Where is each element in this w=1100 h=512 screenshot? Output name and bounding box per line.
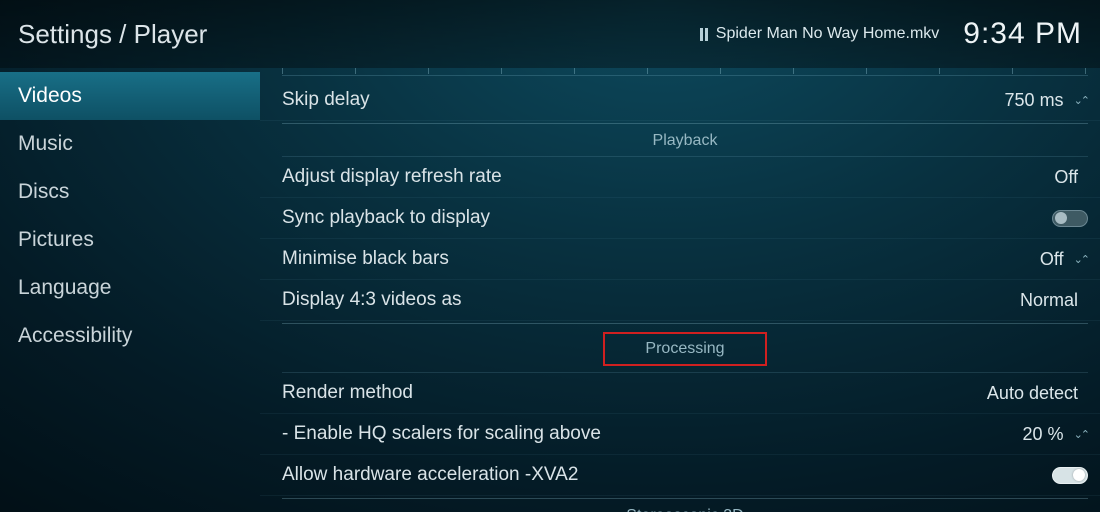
toggle-on-icon[interactable] — [1052, 467, 1088, 484]
breadcrumb: Settings / Player — [18, 19, 700, 50]
setting-label: Skip delay — [282, 89, 1005, 111]
sidebar-item-discs[interactable]: Discs — [0, 168, 260, 216]
now-playing-title: Spider Man No Way Home.mkv — [716, 25, 939, 43]
setting-hw-accel[interactable]: Allow hardware acceleration -XVA2 — [260, 455, 1100, 496]
setting-skip-delay[interactable]: Skip delay 750 ms ⌄⌃ — [260, 80, 1100, 121]
setting-label: - Enable HQ scalers for scaling above — [282, 423, 1023, 445]
setting-sync-playback[interactable]: Sync playback to display — [260, 198, 1100, 239]
clock: 9:34 PM — [963, 17, 1082, 51]
section-playback: Playback — [282, 124, 1088, 157]
setting-hq-scalers[interactable]: - Enable HQ scalers for scaling above 20… — [260, 414, 1100, 455]
sidebar-item-language[interactable]: Language — [0, 264, 260, 312]
setting-adjust-refresh[interactable]: Adjust display refresh rate Off — [260, 157, 1100, 198]
sidebar-item-accessibility[interactable]: Accessibility — [0, 312, 260, 360]
pause-icon — [700, 28, 708, 41]
sidebar: Videos Music Discs Pictures Language Acc… — [0, 68, 260, 512]
setting-value: Off — [1054, 167, 1078, 188]
setting-render-method[interactable]: Render method Auto detect — [260, 373, 1100, 414]
setting-label: Display 4:3 videos as — [282, 289, 1020, 311]
toggle-off-icon[interactable] — [1052, 210, 1088, 227]
sidebar-item-videos[interactable]: Videos — [0, 72, 260, 120]
settings-panel: Skip delay 750 ms ⌄⌃ Playback Adjust dis… — [260, 68, 1100, 512]
ruler-marks — [282, 68, 1088, 76]
setting-label: Allow hardware acceleration -XVA2 — [282, 464, 1052, 486]
section-processing: Processing — [282, 324, 1088, 373]
setting-value: 750 ms — [1005, 90, 1064, 111]
setting-label: Minimise black bars — [282, 248, 1040, 270]
setting-label: Adjust display refresh rate — [282, 166, 1054, 188]
setting-minimise-bars[interactable]: Minimise black bars Off ⌄⌃ — [260, 239, 1100, 280]
chevron-down-up-icon[interactable]: ⌄⌃ — [1074, 94, 1088, 107]
header-bar: Settings / Player Spider Man No Way Home… — [0, 0, 1100, 68]
chevron-down-up-icon[interactable]: ⌄⌃ — [1074, 428, 1088, 441]
setting-value: Off — [1040, 249, 1064, 270]
setting-display-43[interactable]: Display 4:3 videos as Normal — [260, 280, 1100, 321]
chevron-down-up-icon[interactable]: ⌄⌃ — [1074, 253, 1088, 266]
sidebar-item-pictures[interactable]: Pictures — [0, 216, 260, 264]
setting-value: Auto detect — [987, 383, 1078, 404]
setting-label: Sync playback to display — [282, 207, 1052, 229]
setting-label: Render method — [282, 382, 987, 404]
setting-value: Normal — [1020, 290, 1078, 311]
setting-value: 20 % — [1023, 424, 1064, 445]
section-stereoscopic: Stereoscopic 3D — [282, 499, 1088, 512]
now-playing[interactable]: Spider Man No Way Home.mkv — [700, 25, 939, 43]
sidebar-item-music[interactable]: Music — [0, 120, 260, 168]
